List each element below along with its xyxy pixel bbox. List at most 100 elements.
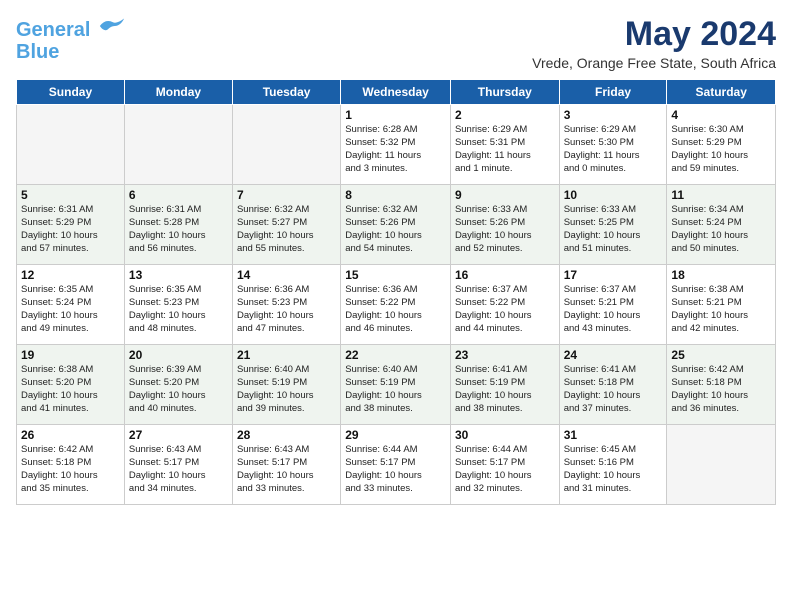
day-number: 7 [237, 188, 336, 202]
calendar-cell: 27Sunrise: 6:43 AM Sunset: 5:17 PM Dayli… [124, 425, 232, 505]
day-number: 13 [129, 268, 228, 282]
calendar-week-row: 26 Sunrise: 6:42 AM Sunset: 5:18 PM Dayli… [17, 425, 776, 505]
day-number: 30 [455, 428, 555, 442]
day-info: Sunrise: 6:32 AM Sunset: 5:27 PM Dayligh… [237, 204, 336, 255]
calendar-cell: 8Sunrise: 6:32 AM Sunset: 5:26 PM Daylig… [341, 185, 451, 265]
day-info: Sunrise: 6:38 AM Sunset: 5:20 PM Dayligh… [21, 364, 120, 415]
day-info: Sunrise: 6:28 AM Sunset: 5:32 PM Dayligh… [345, 124, 446, 175]
day-info: Sunrise: 6:31 AM Sunset: 5:29 PM Dayligh… [21, 204, 120, 255]
day-number: 15 [345, 268, 446, 282]
day-info: Sunrise: 6:37 AM Sunset: 5:22 PM Dayligh… [455, 284, 555, 335]
calendar-cell: 23 Sunrise: 6:41 AM Sunset: 5:19 PM Dayli… [450, 345, 559, 425]
calendar-cell: 18 Sunrise: 6:38 AM Sunset: 5:21 PM Dayli… [667, 265, 776, 345]
day-info: Sunrise: 6:44 AM Sunset: 5:17 PM Dayligh… [345, 444, 446, 495]
day-number: 24 [564, 348, 663, 362]
calendar-cell: 25 Sunrise: 6:42 AM Sunset: 5:18 PM Dayli… [667, 345, 776, 425]
day-number: 19 [21, 348, 120, 362]
header: General Blue May 2024 Vrede, Orange Free… [16, 16, 776, 71]
day-number: 29 [345, 428, 446, 442]
subtitle: Vrede, Orange Free State, South Africa [532, 55, 776, 71]
day-info: Sunrise: 6:31 AM Sunset: 5:28 PM Dayligh… [129, 204, 228, 255]
logo-text: General [16, 16, 126, 41]
day-number: 5 [21, 188, 120, 202]
title-block: May 2024 Vrede, Orange Free State, South… [532, 16, 776, 71]
calendar-cell: 26 Sunrise: 6:42 AM Sunset: 5:18 PM Dayli… [17, 425, 125, 505]
day-info: Sunrise: 6:33 AM Sunset: 5:26 PM Dayligh… [455, 204, 555, 255]
weekday-header-monday: Monday [124, 80, 232, 105]
day-info: Sunrise: 6:42 AM Sunset: 5:18 PM Dayligh… [671, 364, 771, 415]
calendar-cell: 24 Sunrise: 6:41 AM Sunset: 5:18 PM Dayli… [559, 345, 667, 425]
weekday-header-wednesday: Wednesday [341, 80, 451, 105]
day-info: Sunrise: 6:29 AM Sunset: 5:30 PM Dayligh… [564, 124, 663, 175]
day-info: Sunrise: 6:41 AM Sunset: 5:19 PM Dayligh… [455, 364, 555, 415]
calendar-week-row: 12 Sunrise: 6:35 AM Sunset: 5:24 PM Dayli… [17, 265, 776, 345]
weekday-header-friday: Friday [559, 80, 667, 105]
day-info: Sunrise: 6:38 AM Sunset: 5:21 PM Dayligh… [671, 284, 771, 335]
day-number: 11 [671, 188, 771, 202]
day-number: 22 [345, 348, 446, 362]
day-number: 18 [671, 268, 771, 282]
calendar-cell: 13 Sunrise: 6:35 AM Sunset: 5:23 PM Dayli… [124, 265, 232, 345]
weekday-header-thursday: Thursday [450, 80, 559, 105]
day-info: Sunrise: 6:40 AM Sunset: 5:19 PM Dayligh… [345, 364, 446, 415]
calendar-cell: 22 Sunrise: 6:40 AM Sunset: 5:19 PM Dayli… [341, 345, 451, 425]
calendar-header-row: SundayMondayTuesdayWednesdayThursdayFrid… [17, 80, 776, 105]
calendar-cell: 4 Sunrise: 6:30 AM Sunset: 5:29 PM Daylig… [667, 105, 776, 185]
day-info: Sunrise: 6:45 AM Sunset: 5:16 PM Dayligh… [564, 444, 663, 495]
day-number: 31 [564, 428, 663, 442]
calendar-cell: 10 Sunrise: 6:33 AM Sunset: 5:25 PM Dayli… [559, 185, 667, 265]
day-number: 16 [455, 268, 555, 282]
weekday-header-tuesday: Tuesday [232, 80, 340, 105]
day-number: 2 [455, 108, 555, 122]
calendar-cell: 1 Sunrise: 6:28 AM Sunset: 5:32 PM Daylig… [341, 105, 451, 185]
logo-blue: Blue [16, 41, 126, 63]
day-info: Sunrise: 6:36 AM Sunset: 5:23 PM Dayligh… [237, 284, 336, 335]
weekday-header-sunday: Sunday [17, 80, 125, 105]
day-info: Sunrise: 6:39 AM Sunset: 5:20 PM Dayligh… [129, 364, 228, 415]
calendar-cell: 2Sunrise: 6:29 AM Sunset: 5:31 PM Daylig… [450, 105, 559, 185]
main-title: May 2024 [532, 16, 776, 53]
calendar-cell: 14 Sunrise: 6:36 AM Sunset: 5:23 PM Dayli… [232, 265, 340, 345]
day-number: 1 [345, 108, 446, 122]
day-info: Sunrise: 6:43 AM Sunset: 5:17 PM Dayligh… [237, 444, 336, 495]
day-info: Sunrise: 6:34 AM Sunset: 5:24 PM Dayligh… [671, 204, 771, 255]
calendar-week-row: 19 Sunrise: 6:38 AM Sunset: 5:20 PM Dayli… [17, 345, 776, 425]
calendar-week-row: 5 Sunrise: 6:31 AM Sunset: 5:29 PM Daylig… [17, 185, 776, 265]
calendar-table: SundayMondayTuesdayWednesdayThursdayFrid… [16, 79, 776, 505]
calendar-cell: 3Sunrise: 6:29 AM Sunset: 5:30 PM Daylig… [559, 105, 667, 185]
day-number: 12 [21, 268, 120, 282]
calendar-cell: 19 Sunrise: 6:38 AM Sunset: 5:20 PM Dayli… [17, 345, 125, 425]
day-info: Sunrise: 6:30 AM Sunset: 5:29 PM Dayligh… [671, 124, 771, 175]
day-number: 23 [455, 348, 555, 362]
day-info: Sunrise: 6:37 AM Sunset: 5:21 PM Dayligh… [564, 284, 663, 335]
calendar-cell [17, 105, 125, 185]
day-number: 27 [129, 428, 228, 442]
day-number: 21 [237, 348, 336, 362]
calendar-cell [232, 105, 340, 185]
day-number: 4 [671, 108, 771, 122]
day-info: Sunrise: 6:41 AM Sunset: 5:18 PM Dayligh… [564, 364, 663, 415]
day-number: 10 [564, 188, 663, 202]
day-number: 26 [21, 428, 120, 442]
calendar-cell: 20 Sunrise: 6:39 AM Sunset: 5:20 PM Dayli… [124, 345, 232, 425]
logo-bird-icon [98, 16, 126, 36]
calendar-cell [667, 425, 776, 505]
day-info: Sunrise: 6:33 AM Sunset: 5:25 PM Dayligh… [564, 204, 663, 255]
calendar-cell: 7 Sunrise: 6:32 AM Sunset: 5:27 PM Daylig… [232, 185, 340, 265]
calendar-cell: 11 Sunrise: 6:34 AM Sunset: 5:24 PM Dayli… [667, 185, 776, 265]
day-number: 14 [237, 268, 336, 282]
day-number: 17 [564, 268, 663, 282]
day-info: Sunrise: 6:35 AM Sunset: 5:24 PM Dayligh… [21, 284, 120, 335]
day-info: Sunrise: 6:32 AM Sunset: 5:26 PM Dayligh… [345, 204, 446, 255]
calendar-cell: 12 Sunrise: 6:35 AM Sunset: 5:24 PM Dayli… [17, 265, 125, 345]
day-number: 25 [671, 348, 771, 362]
calendar-week-row: 1 Sunrise: 6:28 AM Sunset: 5:32 PM Daylig… [17, 105, 776, 185]
logo-general: General [16, 19, 90, 41]
day-info: Sunrise: 6:42 AM Sunset: 5:18 PM Dayligh… [21, 444, 120, 495]
calendar-cell: 29 Sunrise: 6:44 AM Sunset: 5:17 PM Dayli… [341, 425, 451, 505]
day-number: 20 [129, 348, 228, 362]
calendar-cell: 31 Sunrise: 6:45 AM Sunset: 5:16 PM Dayli… [559, 425, 667, 505]
day-number: 6 [129, 188, 228, 202]
day-info: Sunrise: 6:35 AM Sunset: 5:23 PM Dayligh… [129, 284, 228, 335]
calendar-cell: 6 Sunrise: 6:31 AM Sunset: 5:28 PM Daylig… [124, 185, 232, 265]
